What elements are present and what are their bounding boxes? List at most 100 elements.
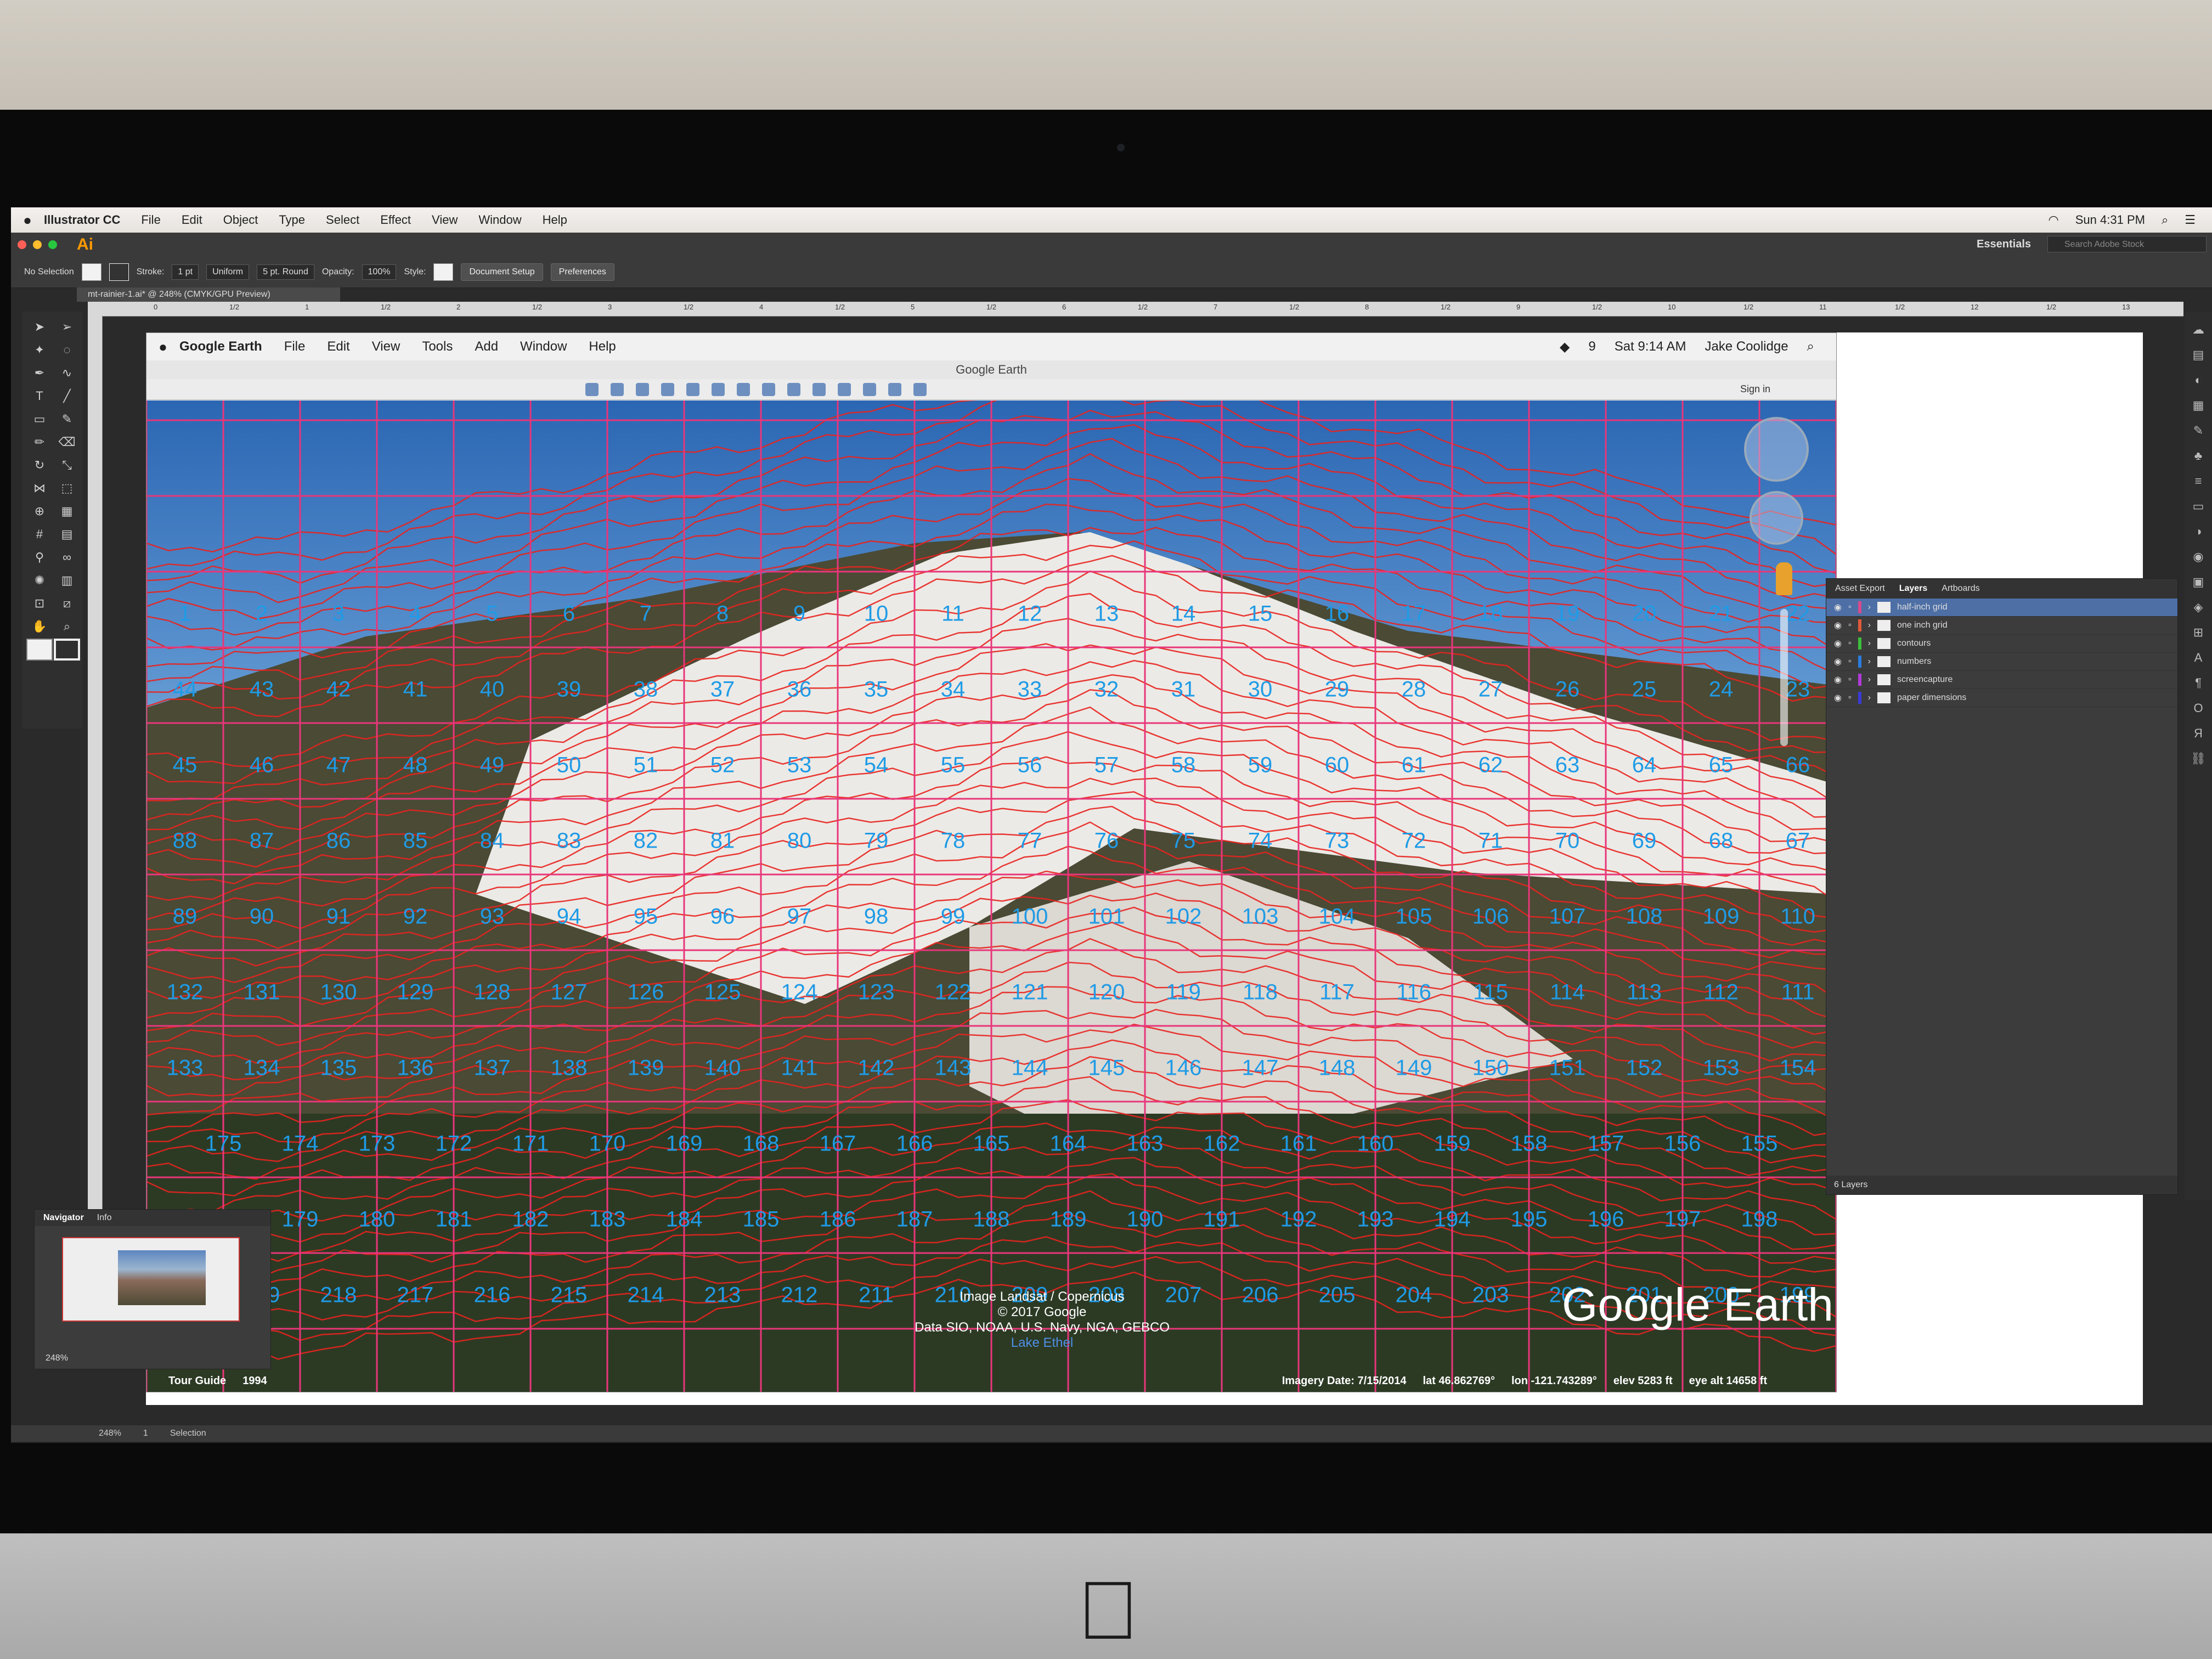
menu-view[interactable]: View [432, 213, 458, 227]
artboard-tool-icon[interactable]: ⊡ [26, 592, 53, 614]
zoom-level[interactable]: 248% [99, 1429, 121, 1438]
graphic-styles-icon[interactable]: ▣ [2193, 575, 2204, 589]
lock-icon[interactable]: ▫ [1848, 602, 1852, 612]
google-earth-screencapture[interactable]: ● Google Earth File Edit View Tools Add … [146, 332, 1837, 1392]
libraries-icon[interactable]: ☁ [2192, 323, 2204, 337]
brush-select[interactable]: 5 pt. Round [257, 264, 314, 280]
expand-chevron-icon[interactable]: › [1868, 639, 1871, 648]
menu-object[interactable]: Object [223, 213, 258, 227]
stroke-swatch[interactable] [109, 263, 129, 281]
links-icon[interactable]: ⛓ [2191, 752, 2206, 766]
vertical-ruler[interactable] [88, 316, 103, 1358]
navigator-thumbnail[interactable] [62, 1237, 240, 1322]
tab-info[interactable]: Info [97, 1213, 112, 1223]
tab-asset-export[interactable]: Asset Export [1835, 584, 1885, 594]
expand-chevron-icon[interactable]: › [1868, 620, 1871, 630]
expand-chevron-icon[interactable]: › [1868, 602, 1871, 612]
clock[interactable]: Sun 4:31 PM [2075, 213, 2145, 227]
horizontal-ruler[interactable]: 0 1/2 1 1/2 2 1/2 3 1/2 4 1/2 5 1/2 6 1/2 7 1/2 8 1/2 9 1/2… [88, 302, 2183, 317]
direct-selection-tool-icon[interactable]: ➢ [54, 316, 80, 338]
appearance-icon[interactable]: ◉ [2193, 550, 2203, 564]
visibility-eye-icon[interactable]: ◉ [1834, 692, 1842, 703]
symbols-icon[interactable]: ♣ [2194, 449, 2202, 463]
perspective-grid-tool-icon[interactable]: ▦ [54, 500, 80, 522]
free-transform-tool-icon[interactable]: ⬚ [54, 477, 80, 499]
layer-row[interactable]: ◉ ▫ › half-inch grid [1826, 599, 2177, 617]
fill-swatch[interactable] [81, 263, 101, 281]
layer-row[interactable]: ◉ ▫ › one inch grid [1826, 617, 2177, 635]
lock-icon[interactable]: ▫ [1848, 675, 1852, 685]
menu-app-name[interactable]: Illustrator CC [44, 213, 120, 227]
minimize-window-button[interactable] [33, 240, 42, 249]
selection-tool-icon[interactable]: ➤ [26, 316, 53, 338]
eraser-tool-icon[interactable]: ⌫ [54, 431, 80, 453]
menu-type[interactable]: Type [279, 213, 305, 227]
swatches-icon[interactable]: ▦ [2193, 398, 2204, 413]
visibility-eye-icon[interactable]: ◉ [1834, 638, 1842, 649]
wifi-icon[interactable]: ◠ [2049, 213, 2059, 227]
stroke-color-icon[interactable] [54, 639, 80, 661]
layer-row[interactable]: ◉ ▫ › paper dimensions [1826, 689, 2177, 707]
pencil-tool-icon[interactable]: ✏ [26, 431, 53, 453]
menu-help[interactable]: Help [543, 213, 567, 227]
paintbrush-tool-icon[interactable]: ✎ [54, 408, 80, 430]
symbol-sprayer-tool-icon[interactable]: ✺ [26, 569, 53, 591]
artboard-number[interactable]: 1 [143, 1429, 148, 1438]
gradient-tool-icon[interactable]: ▤ [54, 523, 80, 545]
lock-icon[interactable]: ▫ [1848, 693, 1852, 703]
preferences-button[interactable]: Preferences [550, 263, 614, 281]
document-setup-button[interactable]: Document Setup [461, 263, 543, 281]
line-tool-icon[interactable]: ╱ [54, 385, 80, 407]
menu-effect[interactable]: Effect [380, 213, 411, 227]
shape-builder-tool-icon[interactable]: ⊕ [26, 500, 53, 522]
expand-chevron-icon[interactable]: › [1868, 657, 1871, 667]
column-graph-tool-icon[interactable]: ▥ [54, 569, 80, 591]
eyedropper-tool-icon[interactable]: ⚲ [26, 546, 53, 568]
artboards-icon[interactable]: ⊞ [2193, 625, 2203, 640]
pen-tool-icon[interactable]: ✒ [26, 362, 53, 384]
layer-name[interactable]: contours [1897, 639, 1931, 648]
hand-tool-icon[interactable]: ✋ [26, 616, 53, 637]
layer-name[interactable]: paper dimensions [1897, 693, 1966, 703]
layer-name[interactable]: screencapture [1897, 675, 1953, 685]
layer-name[interactable]: numbers [1897, 657, 1931, 667]
opentype-icon[interactable]: O [2193, 701, 2203, 715]
properties-icon[interactable]: ▤ [2193, 348, 2204, 362]
glyphs-icon[interactable]: Я [2194, 726, 2203, 741]
status-tool[interactable]: Selection [170, 1429, 206, 1438]
layer-row[interactable]: ◉ ▫ › screencapture [1826, 671, 2177, 689]
blend-tool-icon[interactable]: ∞ [54, 546, 80, 568]
lock-icon[interactable]: ▫ [1848, 657, 1852, 667]
lasso-tool-icon[interactable]: ◌ [54, 339, 80, 361]
spotlight-icon[interactable]: ⌕ [2162, 213, 2168, 227]
visibility-eye-icon[interactable]: ◉ [1834, 602, 1842, 613]
menu-window[interactable]: Window [478, 213, 521, 227]
zoom-window-button[interactable] [48, 240, 57, 249]
fill-color-icon[interactable] [26, 639, 53, 661]
type-tool-icon[interactable]: T [26, 385, 53, 407]
tab-layers[interactable]: Layers [1899, 584, 1928, 594]
mesh-tool-icon[interactable]: # [26, 523, 53, 545]
menu-file[interactable]: File [141, 213, 160, 227]
tab-navigator[interactable]: Navigator [43, 1213, 84, 1223]
visibility-eye-icon[interactable]: ◉ [1834, 674, 1842, 685]
opacity-field[interactable]: 100% [362, 264, 397, 280]
layer-name[interactable]: one inch grid [1897, 620, 1948, 630]
navigator-zoom-field[interactable]: 248% [46, 1353, 68, 1363]
curvature-tool-icon[interactable]: ∿ [54, 362, 80, 384]
rotate-tool-icon[interactable]: ↻ [26, 454, 53, 476]
scale-tool-icon[interactable]: ⤡ [54, 454, 80, 476]
character-icon[interactable]: A [2194, 651, 2203, 665]
layer-row[interactable]: ◉ ▫ › contours [1826, 635, 2177, 653]
stroke-icon[interactable]: ≡ [2195, 474, 2202, 488]
menu-select[interactable]: Select [326, 213, 359, 227]
expand-chevron-icon[interactable]: › [1868, 675, 1871, 685]
tab-artboards[interactable]: Artboards [1942, 584, 1979, 594]
style-swatch[interactable] [433, 263, 454, 281]
stroke-weight-field[interactable]: 1 pt [172, 264, 199, 280]
stroke-profile-select[interactable]: Uniform [206, 264, 250, 280]
magic-wand-tool-icon[interactable]: ✦ [26, 339, 53, 361]
rectangle-tool-icon[interactable]: ▭ [26, 408, 53, 430]
menu-edit[interactable]: Edit [182, 213, 202, 227]
zoom-tool-icon[interactable]: ⌕ [54, 616, 80, 637]
